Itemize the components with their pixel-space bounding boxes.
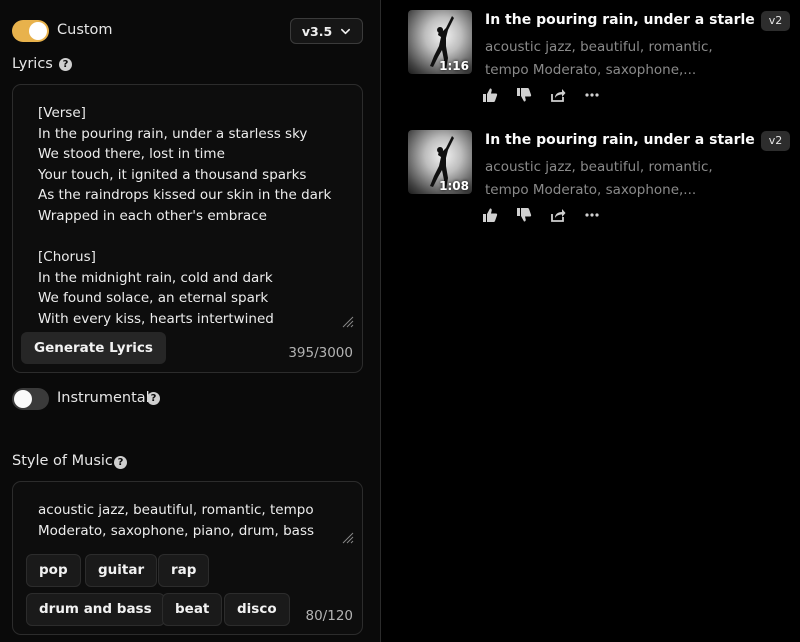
- instrumental-toggle[interactable]: [12, 388, 49, 410]
- custom-label: Custom: [57, 22, 113, 38]
- song-version-badge: v2: [761, 11, 790, 31]
- style-of-music-label: Style of Music: [12, 453, 113, 469]
- instrumental-help-icon[interactable]: ?: [147, 392, 160, 405]
- song-thumbnail[interactable]: 1:16: [408, 10, 472, 74]
- song-title[interactable]: In the pouring rain, under a starless sk…: [485, 132, 755, 148]
- song-duration: 1:16: [439, 59, 469, 73]
- thumbs-down-icon: [517, 88, 532, 102]
- style-tag-disco[interactable]: disco: [224, 593, 290, 626]
- more-horizontal-icon: [585, 213, 599, 217]
- generate-lyrics-button[interactable]: Generate Lyrics: [21, 332, 166, 364]
- dislike-button[interactable]: [515, 206, 533, 224]
- lyrics-textarea[interactable]: [Verse] In the pouring rain, under a sta…: [12, 84, 363, 373]
- style-tag-rap[interactable]: rap: [158, 554, 210, 587]
- lyrics-text[interactable]: [Verse] In the pouring rain, under a sta…: [38, 103, 350, 333]
- song-version-badge: v2: [761, 131, 790, 151]
- song-actions: [481, 86, 601, 104]
- song-title[interactable]: In the pouring rain, under a starless sk…: [485, 12, 755, 28]
- share-button[interactable]: [549, 206, 567, 224]
- song-style-tags: acoustic jazz, beautiful, romantic, temp…: [485, 159, 713, 198]
- song-style-tags: acoustic jazz, beautiful, romantic, temp…: [485, 39, 713, 78]
- style-tag-pop[interactable]: pop: [26, 554, 81, 587]
- song-thumbnail[interactable]: 1:08: [408, 130, 472, 194]
- version-label: v3.5: [301, 23, 333, 39]
- style-help-icon[interactable]: ?: [114, 456, 127, 469]
- thumbs-down-icon: [517, 208, 532, 222]
- share-icon: [551, 89, 566, 102]
- song-card[interactable]: 1:08 In the pouring rain, under a starle…: [408, 130, 800, 240]
- dislike-button[interactable]: [515, 86, 533, 104]
- resize-handle-icon[interactable]: [340, 314, 354, 328]
- style-char-counter: 80/120: [305, 608, 354, 624]
- more-options-button[interactable]: [583, 86, 601, 104]
- style-tag-beat[interactable]: beat: [162, 593, 223, 626]
- share-icon: [551, 209, 566, 222]
- lyrics-char-counter: 395/3000: [288, 345, 353, 361]
- create-panel: Custom v3.5 Lyrics ? [Verse] In the pour…: [0, 0, 381, 642]
- toggle-knob: [29, 22, 47, 40]
- share-button[interactable]: [549, 86, 567, 104]
- instrumental-label: Instrumental: [57, 390, 150, 406]
- song-actions: [481, 206, 601, 224]
- more-options-button[interactable]: [583, 206, 601, 224]
- version-select-button[interactable]: v3.5: [290, 18, 363, 44]
- song-card[interactable]: 1:16 In the pouring rain, under a starle…: [408, 10, 800, 120]
- style-tag-guitar[interactable]: guitar: [85, 554, 158, 587]
- style-textarea[interactable]: acoustic jazz, beautiful, romantic, temp…: [12, 481, 363, 635]
- chevron-down-icon: [341, 28, 351, 34]
- custom-toggle[interactable]: [12, 20, 49, 42]
- more-horizontal-icon: [585, 93, 599, 97]
- resize-handle-icon[interactable]: [340, 530, 354, 544]
- lyrics-help-icon[interactable]: ?: [59, 58, 72, 71]
- song-duration: 1:08: [439, 179, 469, 193]
- style-text[interactable]: acoustic jazz, beautiful, romantic, temp…: [38, 500, 338, 541]
- toggle-knob: [14, 390, 32, 408]
- style-tag-drum-and-bass[interactable]: drum and bass: [26, 593, 165, 626]
- thumbs-up-icon: [483, 88, 498, 102]
- thumbs-up-icon: [483, 208, 498, 222]
- lyrics-label: Lyrics: [12, 56, 53, 72]
- like-button[interactable]: [481, 86, 499, 104]
- like-button[interactable]: [481, 206, 499, 224]
